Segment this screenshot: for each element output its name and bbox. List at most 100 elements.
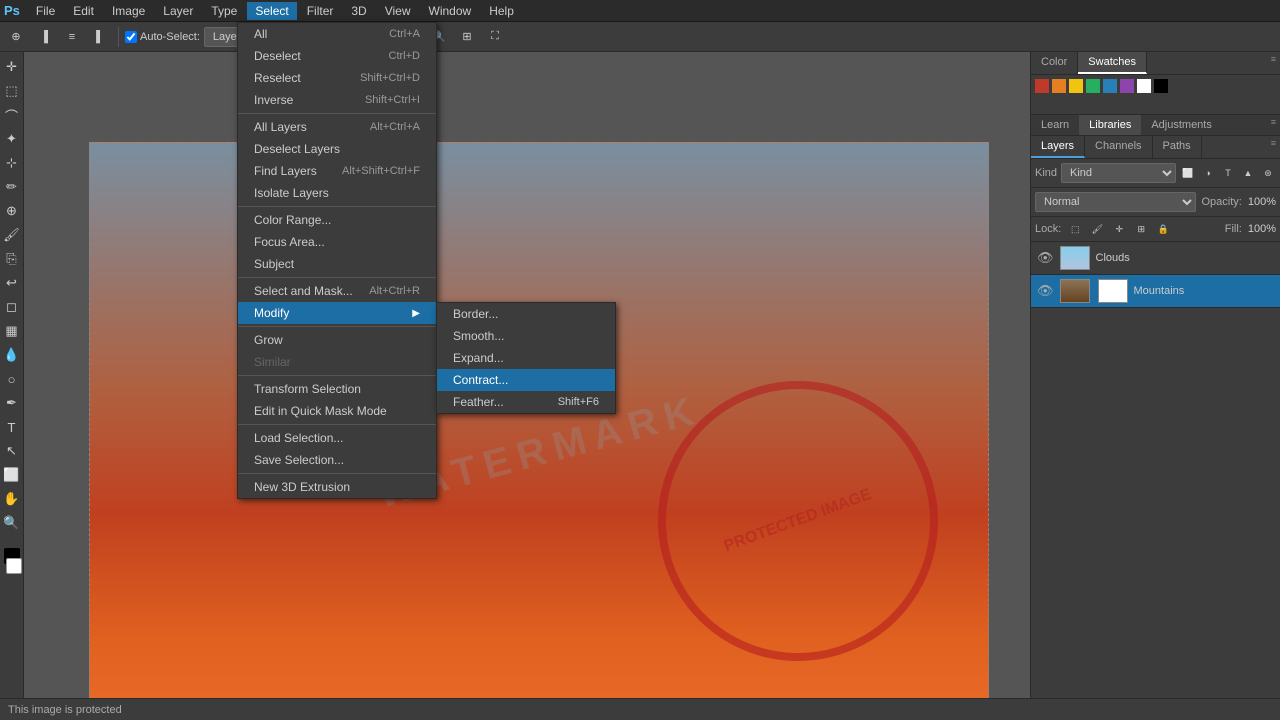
layer-clouds[interactable]: 👁 Clouds — [1031, 242, 1280, 275]
align-right[interactable]: ▌ — [88, 25, 112, 49]
swatch-black[interactable] — [1154, 79, 1168, 93]
history-brush-tool[interactable]: ↩ — [1, 272, 23, 294]
menu-type[interactable]: Type — [203, 2, 245, 20]
layers-collapse-btn[interactable]: ≡ — [1267, 136, 1280, 158]
menu-item-find-layers[interactable]: Find Layers Alt+Shift+Ctrl+F — [238, 160, 436, 182]
crop-tool[interactable]: ⊹ — [1, 152, 23, 174]
pen-tool[interactable]: ✒ — [1, 392, 23, 414]
layer-mountains[interactable]: 👁 Mountains — [1031, 275, 1280, 308]
fill-value[interactable]: 100% — [1248, 223, 1276, 235]
filter-adj[interactable]: ◑ — [1200, 165, 1216, 181]
swatch-purple[interactable] — [1120, 79, 1134, 93]
submenu-contract[interactable]: Contract... — [437, 369, 615, 391]
menu-item-color-range[interactable]: Color Range... — [238, 209, 436, 231]
menu-item-grow[interactable]: Grow — [238, 329, 436, 351]
submenu-feather[interactable]: Feather... Shift+F6 — [437, 391, 615, 413]
menu-image[interactable]: Image — [104, 2, 153, 20]
eraser-tool[interactable]: ◻ — [1, 296, 23, 318]
menu-item-all-layers[interactable]: All Layers Alt+Ctrl+A — [238, 116, 436, 138]
menu-item-new-3d-extrusion[interactable]: New 3D Extrusion — [238, 476, 436, 498]
menu-window[interactable]: Window — [421, 2, 480, 20]
opacity-value[interactable]: 100% — [1248, 196, 1276, 208]
spot-heal-tool[interactable]: ⊕ — [1, 200, 23, 222]
menu-item-subject[interactable]: Subject — [238, 253, 436, 275]
menu-item-deselect[interactable]: Deselect Ctrl+D — [238, 45, 436, 67]
zoom-tool[interactable]: 🔍 — [1, 512, 23, 534]
menu-item-reselect[interactable]: Reselect Shift+Ctrl+D — [238, 67, 436, 89]
swatch-yellow[interactable] — [1069, 79, 1083, 93]
lock-transparent[interactable]: ⬚ — [1067, 221, 1083, 237]
tab-paths[interactable]: Paths — [1153, 136, 1202, 158]
path-select-tool[interactable]: ↖ — [1, 440, 23, 462]
text-tool[interactable]: T — [1, 416, 23, 438]
tab-color[interactable]: Color — [1031, 52, 1078, 74]
submenu-smooth[interactable]: Smooth... — [437, 325, 615, 347]
menu-item-save-selection[interactable]: Save Selection... — [238, 449, 436, 471]
menu-item-deselect-layers[interactable]: Deselect Layers — [238, 138, 436, 160]
magic-wand-tool[interactable]: ✦ — [1, 128, 23, 150]
lasso-tool[interactable]: ⌒ — [1, 104, 23, 126]
lock-all[interactable]: 🔒 — [1155, 221, 1171, 237]
menu-item-load-selection[interactable]: Load Selection... — [238, 427, 436, 449]
menu-file[interactable]: File — [28, 2, 63, 20]
menu-item-all[interactable]: All Ctrl+A — [238, 23, 436, 45]
menu-view[interactable]: View — [377, 2, 419, 20]
swatch-blue[interactable] — [1103, 79, 1117, 93]
tab-adjustments[interactable]: Adjustments — [1141, 115, 1222, 135]
arrange-btn[interactable]: ⊞ — [455, 25, 479, 49]
menu-item-focus-area[interactable]: Focus Area... — [238, 231, 436, 253]
menu-item-transform-selection[interactable]: Transform Selection — [238, 378, 436, 400]
kind-filter[interactable]: Kind — [1061, 163, 1176, 183]
eyedropper-tool[interactable]: ✏ — [1, 176, 23, 198]
dodge-tool[interactable]: ○ — [1, 368, 23, 390]
select-tool[interactable]: ⬚ — [1, 80, 23, 102]
menu-item-isolate-layers[interactable]: Isolate Layers — [238, 182, 436, 204]
swatch-green[interactable] — [1086, 79, 1100, 93]
lock-artboard[interactable]: ⊞ — [1133, 221, 1149, 237]
tab-learn[interactable]: Learn — [1031, 115, 1079, 135]
tab-libraries[interactable]: Libraries — [1079, 115, 1141, 135]
stamp-tool[interactable]: ⎘ — [1, 248, 23, 270]
menu-item-select-and-mask[interactable]: Select and Mask... Alt+Ctrl+R — [238, 280, 436, 302]
menu-item-inverse[interactable]: Inverse Shift+Ctrl+I — [238, 89, 436, 111]
screen-btn[interactable]: ⛶ — [483, 25, 507, 49]
blend-mode-select[interactable]: Normal — [1035, 192, 1196, 212]
menu-layer[interactable]: Layer — [155, 2, 201, 20]
modify-submenu[interactable]: Border... Smooth... Expand... Contract..… — [436, 302, 616, 414]
align-center-h[interactable]: ≡ — [60, 25, 84, 49]
menu-help[interactable]: Help — [481, 2, 522, 20]
hand-tool[interactable]: ✋ — [1, 488, 23, 510]
lock-image[interactable]: 🖌 — [1089, 221, 1105, 237]
menu-item-modify[interactable]: Modify ▶ Border... Smooth... Expand... C… — [238, 302, 436, 324]
submenu-border[interactable]: Border... — [437, 303, 615, 325]
shape-tool[interactable]: ⬜ — [1, 464, 23, 486]
filter-pixel[interactable]: ⬜ — [1180, 165, 1196, 181]
libraries-collapse-btn[interactable]: ≡ — [1267, 115, 1280, 135]
brush-tool[interactable]: 🖌 — [1, 224, 23, 246]
menu-3d[interactable]: 3D — [343, 2, 374, 20]
move-tool[interactable]: ✛ — [1, 56, 23, 78]
swatch-red[interactable] — [1035, 79, 1049, 93]
menu-item-quick-mask[interactable]: Edit in Quick Mask Mode — [238, 400, 436, 422]
swatch-white[interactable] — [1137, 79, 1151, 93]
menu-select[interactable]: Select — [247, 2, 296, 20]
swatch-orange[interactable] — [1052, 79, 1066, 93]
panel-collapse-btn[interactable]: ≡ — [1267, 52, 1280, 74]
layer-mountains-visibility[interactable]: 👁 — [1037, 283, 1054, 299]
move-tool-options[interactable]: ⊕ — [4, 25, 28, 49]
auto-select-checkbox[interactable] — [125, 31, 137, 43]
layer-clouds-visibility[interactable]: 👁 — [1037, 250, 1054, 266]
gradient-tool[interactable]: ▦ — [1, 320, 23, 342]
align-left[interactable]: ▐ — [32, 25, 56, 49]
blur-tool[interactable]: 💧 — [1, 344, 23, 366]
menu-edit[interactable]: Edit — [65, 2, 102, 20]
lock-position[interactable]: ✛ — [1111, 221, 1127, 237]
filter-shape[interactable]: ▲ — [1240, 165, 1256, 181]
tab-channels[interactable]: Channels — [1085, 136, 1152, 158]
tab-layers[interactable]: Layers — [1031, 136, 1085, 158]
background-color[interactable] — [6, 558, 22, 574]
select-dropdown-menu[interactable]: All Ctrl+A Deselect Ctrl+D Reselect Shif… — [237, 22, 437, 499]
filter-smart[interactable]: ⊛ — [1260, 165, 1276, 181]
menu-filter[interactable]: Filter — [299, 2, 342, 20]
tab-swatches[interactable]: Swatches — [1078, 52, 1147, 74]
